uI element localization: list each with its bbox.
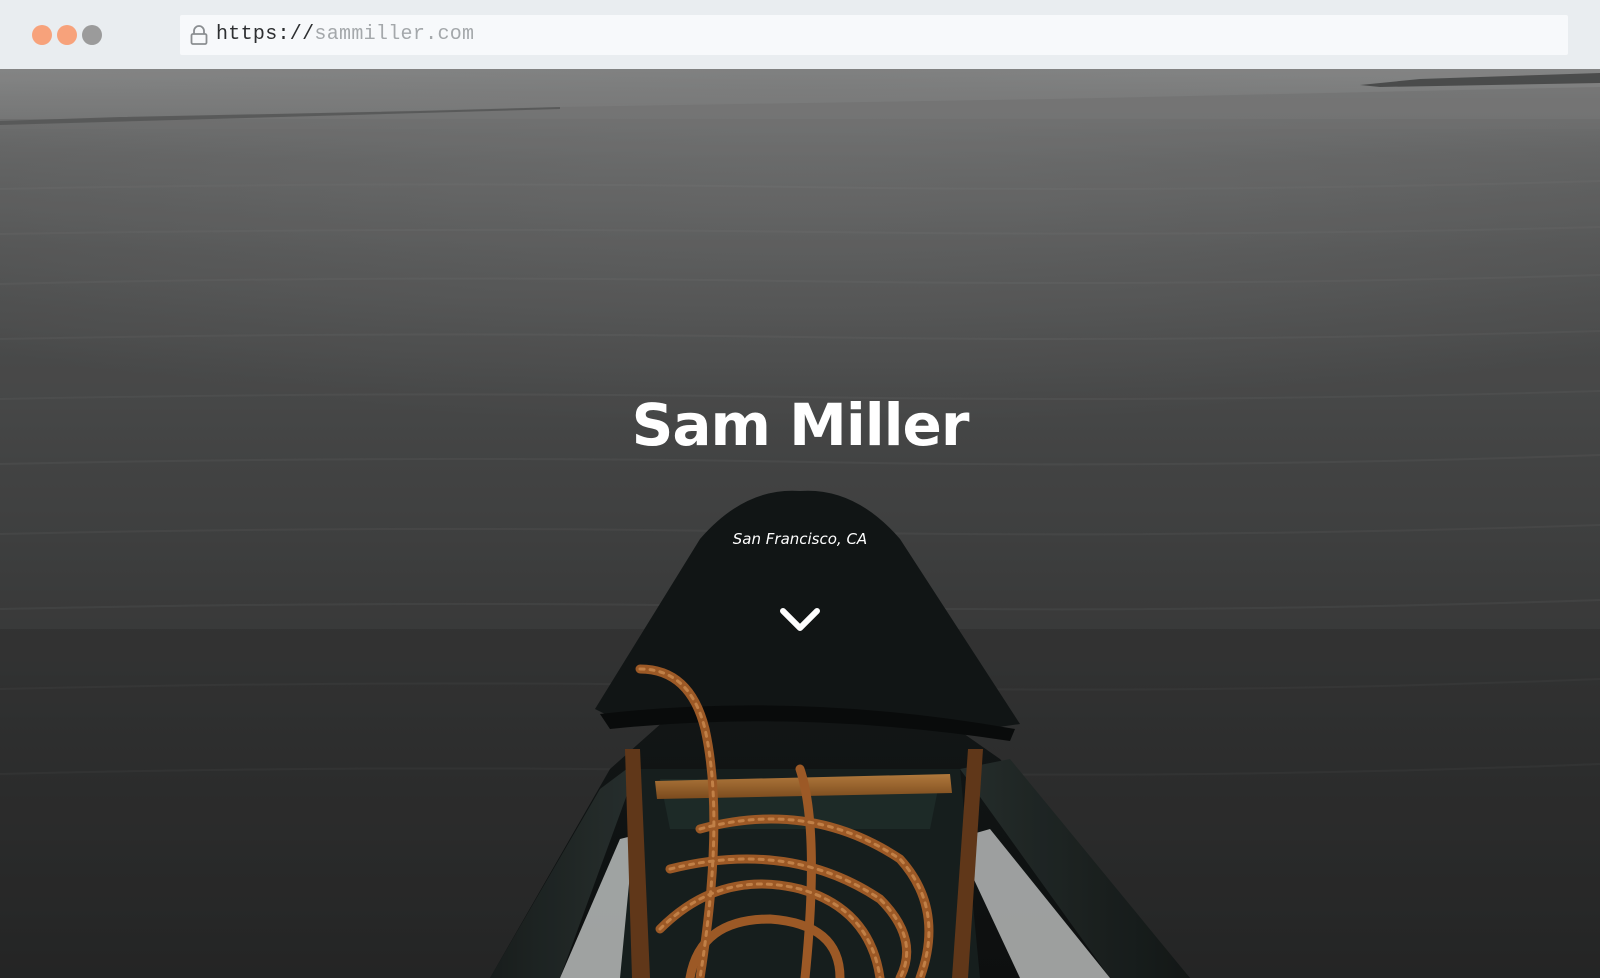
window-zoom-button[interactable] <box>82 25 102 45</box>
window-close-button[interactable] <box>32 25 52 45</box>
hero-section: Sam Miller San Francisco, CA <box>0 69 1600 978</box>
lock-icon <box>188 24 210 46</box>
address-bar[interactable]: https://sammiller.com <box>180 15 1568 55</box>
browser-toolbar: https://sammiller.com <box>0 0 1600 69</box>
hero-background-image <box>0 69 1600 978</box>
chevron-down-icon[interactable] <box>778 603 822 637</box>
window-minimize-button[interactable] <box>57 25 77 45</box>
hero-title: Sam Miller <box>631 391 970 459</box>
address-bar-url[interactable]: https://sammiller.com <box>216 23 474 47</box>
url-scheme: https:// <box>216 23 315 46</box>
url-host: sammiller.com <box>314 23 475 46</box>
browser-window: https://sammiller.com Sam Miller San Fra… <box>0 0 1600 978</box>
hero-location: San Francisco, CA <box>732 530 868 548</box>
